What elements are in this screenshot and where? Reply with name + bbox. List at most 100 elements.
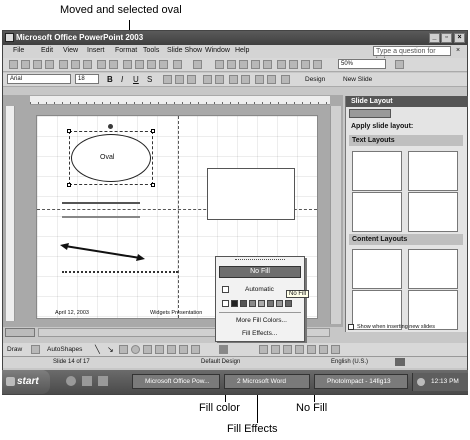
close-icon[interactable]: × xyxy=(454,33,465,43)
menu-edit[interactable]: Edit xyxy=(41,47,53,54)
email-icon[interactable] xyxy=(59,60,68,69)
color-swatch[interactable] xyxy=(267,300,274,307)
oval-handle[interactable] xyxy=(151,129,155,133)
menu-format[interactable]: Format xyxy=(115,47,137,54)
taskbar-item-powerpoint[interactable]: Microsoft Office Pow... xyxy=(132,374,220,389)
color-swatch[interactable] xyxy=(240,300,247,307)
font-color-draw-icon[interactable] xyxy=(271,345,280,354)
line-color-icon[interactable] xyxy=(259,345,268,354)
close-doc-icon[interactable]: × xyxy=(456,47,460,54)
3d-style-icon[interactable] xyxy=(331,345,340,354)
show-when-inserting-checkbox[interactable] xyxy=(348,324,354,330)
autoshapes-menu-button[interactable]: AutoShapes xyxy=(47,346,82,353)
line-shape[interactable] xyxy=(62,202,140,204)
minimize-icon[interactable]: _ xyxy=(429,33,440,43)
rectangle-tool-icon[interactable] xyxy=(119,345,128,354)
oval-rotate-handle[interactable] xyxy=(108,124,113,129)
format-painter-icon[interactable] xyxy=(159,60,168,69)
no-fill-option[interactable]: No Fill xyxy=(219,266,301,278)
underline-button[interactable]: U xyxy=(133,75,139,84)
decrease-indent-icon[interactable] xyxy=(255,75,264,84)
font-select[interactable]: Arial xyxy=(7,74,71,84)
oval-handle[interactable] xyxy=(67,129,71,133)
expand-all-icon[interactable] xyxy=(277,60,286,69)
decrease-font-icon[interactable] xyxy=(241,75,250,84)
menu-help[interactable]: Help xyxy=(235,47,249,54)
undo-icon[interactable] xyxy=(173,60,182,69)
font-color-icon[interactable] xyxy=(281,75,290,84)
layout-blank[interactable] xyxy=(352,249,402,289)
design-button[interactable]: Design xyxy=(305,76,325,83)
insert-chart-icon[interactable] xyxy=(215,60,224,69)
quick-launch-icon[interactable] xyxy=(66,376,76,386)
picture-icon[interactable] xyxy=(191,345,200,354)
dotted-line-shape[interactable] xyxy=(62,271,178,273)
color-swatch[interactable] xyxy=(285,300,292,307)
increase-font-icon[interactable] xyxy=(229,75,238,84)
insert-diagram-icon[interactable] xyxy=(263,60,272,69)
layout-title-only[interactable] xyxy=(408,151,458,191)
print-icon[interactable] xyxy=(71,60,80,69)
open-icon[interactable] xyxy=(21,60,30,69)
insert-picture-icon[interactable] xyxy=(251,60,260,69)
research-icon[interactable] xyxy=(109,60,118,69)
bold-button[interactable]: B xyxy=(107,75,113,84)
tables-borders-icon[interactable] xyxy=(239,60,248,69)
quick-launch-icon[interactable] xyxy=(82,376,92,386)
redo-icon[interactable] xyxy=(193,60,202,69)
menu-slide-show[interactable]: Slide Show xyxy=(167,47,202,54)
menu-window[interactable]: Window xyxy=(205,47,230,54)
show-formatting-icon[interactable] xyxy=(289,60,298,69)
permission-icon[interactable] xyxy=(45,60,54,69)
center-icon[interactable] xyxy=(175,75,184,84)
shadow-button[interactable]: S xyxy=(147,75,152,84)
align-right-icon[interactable] xyxy=(187,75,196,84)
select-objects-icon[interactable] xyxy=(31,345,40,354)
grid-icon[interactable] xyxy=(301,60,310,69)
automatic-swatch[interactable] xyxy=(222,286,229,293)
color-swatch[interactable] xyxy=(249,300,256,307)
print-preview-icon[interactable] xyxy=(83,60,92,69)
draw-menu-button[interactable]: Draw xyxy=(7,346,22,353)
save-icon[interactable] xyxy=(33,60,42,69)
line-shape[interactable] xyxy=(62,216,140,218)
insert-table-icon[interactable] xyxy=(227,60,236,69)
arrow-tool-icon[interactable]: ↘ xyxy=(107,345,114,354)
color-swatch[interactable] xyxy=(276,300,283,307)
menu-tools[interactable]: Tools xyxy=(143,47,159,54)
color-swatch[interactable] xyxy=(231,300,238,307)
more-fill-colors-option[interactable]: More Fill Colors... xyxy=(236,317,287,324)
pane-nav-buttons[interactable] xyxy=(349,109,391,118)
zoom-select[interactable]: 50% xyxy=(338,59,386,69)
color-swatch[interactable] xyxy=(222,300,229,307)
align-left-icon[interactable] xyxy=(163,75,172,84)
oval-tool-icon[interactable] xyxy=(131,345,140,354)
color-grayscale-icon[interactable] xyxy=(313,60,322,69)
copy-icon[interactable] xyxy=(135,60,144,69)
clip-art-icon[interactable] xyxy=(179,345,188,354)
wordart-icon[interactable] xyxy=(155,345,164,354)
shadow-style-icon[interactable] xyxy=(319,345,328,354)
taskbar-item-photoimpact[interactable]: PhotoImpact - 14fig13 xyxy=(314,374,408,389)
bullets-icon[interactable] xyxy=(215,75,224,84)
textbox-tool-icon[interactable] xyxy=(143,345,152,354)
line-tool-icon[interactable]: ╲ xyxy=(95,345,100,354)
menu-view[interactable]: View xyxy=(63,47,78,54)
menu-insert[interactable]: Insert xyxy=(87,47,105,54)
new-icon[interactable] xyxy=(9,60,18,69)
paste-icon[interactable] xyxy=(147,60,156,69)
cut-icon[interactable] xyxy=(123,60,132,69)
menu-file[interactable]: File xyxy=(13,47,24,54)
quick-launch-icon[interactable] xyxy=(98,376,108,386)
vertical-scrollbar[interactable] xyxy=(330,106,341,324)
fill-effects-option[interactable]: Fill Effects... xyxy=(242,330,277,337)
tray-icon[interactable] xyxy=(417,378,425,386)
font-size-select[interactable]: 18 xyxy=(75,74,99,84)
layout-two-column[interactable] xyxy=(408,192,458,232)
diagram-icon[interactable] xyxy=(167,345,176,354)
color-swatch[interactable] xyxy=(258,300,265,307)
dash-style-icon[interactable] xyxy=(295,345,304,354)
maximize-icon[interactable]: ▫ xyxy=(441,33,452,43)
help-icon[interactable] xyxy=(395,60,404,69)
layout-content[interactable] xyxy=(408,249,458,289)
